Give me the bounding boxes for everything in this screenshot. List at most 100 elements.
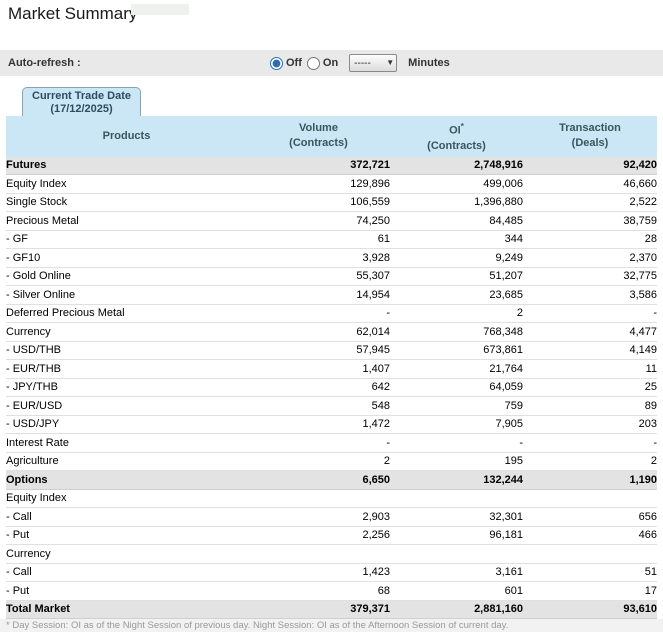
transaction-cell: 3,586	[523, 285, 657, 305]
volume-cell: 55,307	[247, 267, 390, 287]
oi-cell: 96,181	[390, 526, 523, 546]
oi-cell	[390, 544, 523, 564]
transaction-cell: 46,660	[523, 174, 657, 194]
radio-off-label[interactable]: Off	[270, 56, 302, 70]
oi-cell: 2	[390, 304, 523, 324]
tab-current-trade-date[interactable]: Current Trade Date (17/12/2025)	[22, 87, 142, 116]
table-row: - Call 2,903 32,301 656	[6, 507, 657, 527]
transaction-cell: 2,522	[523, 193, 657, 213]
radio-on[interactable]	[306, 56, 320, 70]
minutes-select[interactable]: ----- ▼	[349, 54, 398, 72]
transaction-cell: 51	[523, 563, 657, 583]
table-row: - Put 68 601 17	[6, 581, 657, 601]
volume-cell: 74,250	[247, 211, 390, 231]
table-row: Currency 62,014 768,348 4,477	[6, 322, 657, 342]
oi-cell: 499,006	[390, 174, 523, 194]
auto-refresh-bar: Auto-refresh : Off On ----- ▼ Minutes	[0, 50, 663, 76]
table-row: Agriculture 2 195 2	[6, 452, 657, 472]
transaction-cell: 17	[523, 581, 657, 601]
auto-refresh-controls: Off On ----- ▼ Minutes	[270, 50, 450, 76]
product-cell: - USD/THB	[6, 341, 247, 361]
table-row: Precious Metal 74,250 84,485 38,759	[6, 211, 657, 231]
table-header-row: Products Volume (Contracts) OI* (Contrac…	[6, 116, 657, 157]
product-cell: - Silver Online	[6, 285, 247, 305]
table-row: Equity Index	[6, 489, 657, 509]
table-row: - GF 61 344 28	[6, 230, 657, 250]
transaction-cell: 28	[523, 230, 657, 250]
volume-cell: -	[247, 433, 390, 453]
products-header: Products	[6, 116, 247, 157]
market-summary-table: Products Volume (Contracts) OI* (Contrac…	[6, 116, 657, 620]
product-cell: Agriculture	[6, 452, 247, 472]
minutes-select-value: -----	[354, 57, 371, 69]
oi-cell: 2,748,916	[390, 156, 523, 176]
product-cell: Currency	[6, 322, 247, 342]
volume-cell: 2,256	[247, 526, 390, 546]
radio-on-label[interactable]: On	[306, 56, 339, 70]
volume-cell: 57,945	[247, 341, 390, 361]
product-cell: - GF	[6, 230, 247, 250]
radio-on-text: On	[322, 57, 339, 69]
table-row: Deferred Precious Metal -2-	[6, 304, 657, 324]
table-row: - Silver Online 14,954 23,685 3,586	[6, 285, 657, 305]
oi-cell: 759	[390, 396, 523, 416]
volume-cell: 642	[247, 378, 390, 398]
volume-cell	[247, 544, 390, 564]
table-row: - GF10 3,928 9,249 2,370	[6, 248, 657, 268]
transaction-cell: 656	[523, 507, 657, 527]
product-cell: - JPY/THB	[6, 378, 247, 398]
table-row: - JPY/THB 642 64,059 25	[6, 378, 657, 398]
transaction-cell: 466	[523, 526, 657, 546]
transaction-cell: 93,610	[523, 600, 657, 620]
product-cell: Futures	[6, 156, 247, 176]
table-row: - Call 1,423 3,161 51	[6, 563, 657, 583]
volume-cell: 14,954	[247, 285, 390, 305]
table-row: - USD/THB 57,945 673,861 4,149	[6, 341, 657, 361]
volume-cell: 548	[247, 396, 390, 416]
product-cell: - USD/JPY	[6, 415, 247, 435]
volume-cell: 6,650	[247, 470, 390, 490]
market-table-body: Futures 372,721 2,748,916 92,420 Equity Inde…	[6, 156, 657, 620]
product-cell: - Gold Online	[6, 267, 247, 287]
volume-cell: 61	[247, 230, 390, 250]
highlight-artifact	[131, 4, 189, 15]
product-cell: Options	[6, 470, 247, 490]
radio-off[interactable]	[270, 56, 283, 70]
product-cell: Equity Index	[6, 174, 247, 194]
transaction-cell: 203	[523, 415, 657, 435]
oi-cell: 23,685	[390, 285, 523, 305]
product-cell: Single Stock	[6, 193, 247, 213]
tab-line2: (17/12/2025)	[50, 103, 113, 115]
volume-cell: 2,903	[247, 507, 390, 527]
table-row: - Gold Online 55,307 51,207 32,775	[6, 267, 657, 287]
product-cell: - Put	[6, 526, 247, 546]
transaction-cell: -	[523, 304, 657, 324]
tab-line1: Current Trade Date	[32, 90, 132, 102]
page-title: Market Summary	[8, 4, 138, 23]
volume-cell: 1,407	[247, 359, 390, 379]
transaction-cell: 32,775	[523, 267, 657, 287]
tab-bar: Current Trade Date (17/12/2025)	[22, 87, 663, 116]
volume-cell: 106,559	[247, 193, 390, 213]
table-row: Interest Rate - - -	[6, 433, 657, 453]
transaction-cell: 38,759	[523, 211, 657, 231]
volume-cell: 372,721	[247, 156, 390, 176]
oi-cell: 195	[390, 452, 523, 472]
volume-cell	[247, 489, 390, 509]
volume-cell: 2	[247, 452, 390, 472]
oi-cell: 7,905	[390, 415, 523, 435]
product-cell: Interest Rate	[6, 433, 247, 453]
volume-cell: 68	[247, 581, 390, 601]
transaction-cell: 2,370	[523, 248, 657, 268]
transaction-cell: 1,190	[523, 470, 657, 490]
table-row: Futures 372,721 2,748,916 92,420	[6, 156, 657, 176]
oi-cell: 768,348	[390, 322, 523, 342]
oi-cell: 1,396,880	[390, 193, 523, 213]
volume-cell: -	[247, 304, 390, 324]
footnote: * Day Session: OI as of the Night Sessio…	[0, 619, 663, 632]
table-row: Total Market 379,371 2,881,160 93,610	[6, 600, 657, 620]
transaction-cell	[523, 544, 657, 564]
transaction-cell: -	[523, 433, 657, 453]
transaction-header: Transaction (Deals)	[523, 116, 657, 157]
transaction-cell: 92,420	[523, 156, 657, 176]
